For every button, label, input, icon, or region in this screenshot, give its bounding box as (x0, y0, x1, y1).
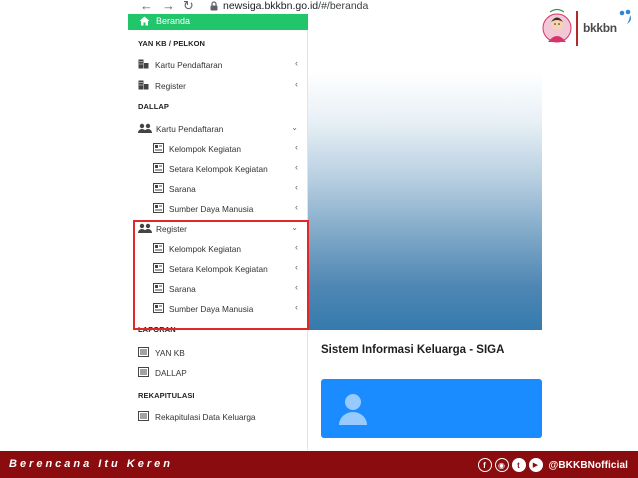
chevron-left-icon: ‹ (295, 58, 298, 68)
page-title: Sistem Informasi Keluarga - SIGA (321, 344, 505, 356)
sidebar-item-label: DALLAP (155, 368, 187, 378)
submenu-item-setara-kelompok-kegiatan[interactable]: Setara Kelompok Kegiatan ‹ (128, 160, 306, 178)
user-icon (339, 394, 367, 425)
sidebar-item-laporan-yankb[interactable]: YAN KB (128, 344, 306, 362)
chevron-left-icon: ‹ (295, 79, 298, 89)
sidebar-item-label: YAN KB (155, 348, 185, 358)
brand-divider (576, 11, 578, 46)
chevron-left-icon: ‹ (295, 142, 298, 152)
bkkbn-swirl-icon (619, 9, 631, 24)
sidebar-item-yankb-register[interactable]: Register ‹ (128, 77, 306, 95)
chevron-left-icon: ‹ (295, 162, 298, 172)
list-icon (138, 367, 149, 377)
user-card[interactable] (321, 379, 542, 438)
bkkbn-logo-text: bkkbn (583, 21, 617, 35)
social-handle: @BKKBNofficial (548, 459, 628, 471)
brand-header: bkkbn (542, 0, 638, 60)
chevron-left-icon: ‹ (295, 182, 298, 192)
instagram-icon[interactable]: ◉ (494, 458, 509, 472)
id-card-icon (153, 163, 164, 173)
section-header-rekapitulasi: REKAPITULASI (138, 391, 195, 400)
hero-banner (308, 14, 542, 330)
reload-icon[interactable]: ↻ (183, 0, 194, 13)
id-card-icon (153, 183, 164, 193)
chevron-left-icon: ‹ (295, 202, 298, 212)
sidebar-item-label: Beranda (156, 16, 191, 26)
submenu-item-sarana[interactable]: Sarana ‹ (128, 180, 306, 198)
submenu-item-label: Setara Kelompok Kegiatan (169, 164, 268, 174)
submenu-item-sumber-daya-manusia[interactable]: Sumber Daya Manusia ‹ (128, 200, 306, 218)
sidebar-item-label: Kartu Pendaftaran (156, 124, 224, 134)
lock-icon (210, 1, 218, 11)
forward-arrow-icon[interactable]: → (162, 0, 175, 13)
submenu-item-kelompok-kegiatan[interactable]: Kelompok Kegiatan ‹ (128, 140, 306, 158)
url-text[interactable]: newsiga.bkkbn.go.id/#/beranda (223, 0, 368, 12)
footer-banner: Berencana Itu Keren f ◉ t ▶ @BKKBNoffici… (0, 451, 638, 478)
section-header-yankb: YAN KB / PELKON (138, 39, 206, 48)
sidebar-item-dallap-kartu-pendaftaran[interactable]: Kartu Pendaftaran ⌄ (128, 120, 306, 138)
submenu-item-label: Sumber Daya Manusia (169, 204, 254, 214)
users-icon (138, 123, 152, 133)
id-card-icon (153, 143, 164, 153)
building-icon (138, 59, 149, 69)
section-header-dallap: DALLAP (138, 102, 170, 111)
sidebar-item-label: Rekapitulasi Data Keluarga (155, 412, 256, 422)
sidebar-item-label: Register (155, 81, 186, 91)
list-icon (138, 347, 149, 357)
mascot-logo (542, 8, 572, 43)
id-card-icon (153, 203, 164, 213)
sidebar-item-laporan-dallap[interactable]: DALLAP (128, 364, 306, 382)
sidebar-item-label: Kartu Pendaftaran (155, 60, 223, 70)
submenu-item-label: Sarana (169, 184, 196, 194)
main-content: Sistem Informasi Keluarga - SIGA (308, 14, 542, 450)
browser-address-bar: ← → ↻ newsiga.bkkbn.go.id/#/beranda (128, 0, 542, 14)
sidebar-item-yankb-kartu-pendaftaran[interactable]: Kartu Pendaftaran ‹ (128, 56, 306, 74)
twitter-icon[interactable]: t (511, 458, 526, 472)
submenu-item-label: Kelompok Kegiatan (169, 144, 241, 154)
highlight-box (133, 220, 309, 330)
sidebar-item-beranda[interactable]: Beranda (128, 14, 308, 30)
chevron-down-icon: ⌄ (291, 123, 298, 132)
social-links: f ◉ t ▶ @BKKBNofficial (477, 457, 629, 473)
youtube-icon[interactable]: ▶ (528, 458, 543, 472)
footer-tagline: Berencana Itu Keren (9, 458, 173, 470)
list-icon (138, 411, 149, 421)
back-arrow-icon[interactable]: ← (140, 0, 153, 13)
sidebar-item-rekapitulasi-data-keluarga[interactable]: Rekapitulasi Data Keluarga (128, 408, 306, 426)
building-icon (138, 80, 149, 90)
facebook-icon[interactable]: f (477, 458, 492, 472)
home-icon (139, 16, 150, 26)
